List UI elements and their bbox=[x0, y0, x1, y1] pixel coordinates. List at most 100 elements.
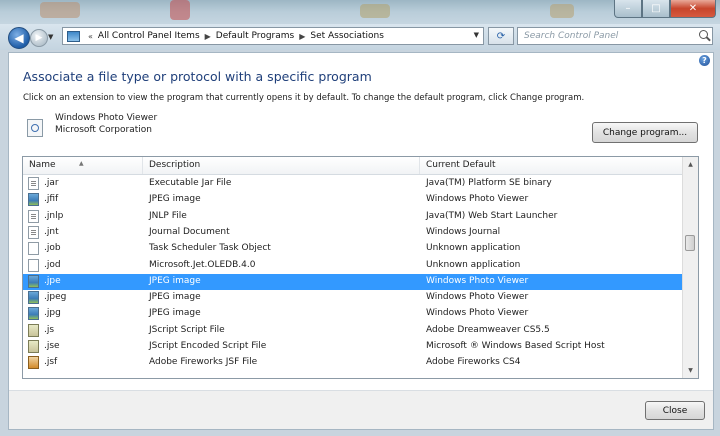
list-item[interactable]: .jod Microsoft.Jet.OLEDB.4.0 Unknown appli… bbox=[23, 258, 684, 274]
scroll-down-icon[interactable]: ▼ bbox=[683, 363, 698, 378]
row-description: JNLP File bbox=[149, 210, 187, 221]
sort-ascending-icon: ▲ bbox=[79, 160, 84, 167]
page-description: Click on an extension to view the progra… bbox=[23, 93, 585, 103]
row-description: JPEG image bbox=[149, 292, 201, 303]
row-description: Task Scheduler Task Object bbox=[149, 243, 271, 254]
scroll-up-icon[interactable]: ▲ bbox=[683, 157, 698, 172]
row-name: .jsf bbox=[44, 357, 58, 368]
row-name: .jnt bbox=[44, 226, 59, 237]
list-item[interactable]: .jpeg JPEG image Windows Photo Viewer bbox=[23, 290, 684, 306]
vertical-scrollbar[interactable]: ▲ ▼ bbox=[682, 157, 698, 378]
image-file-icon bbox=[28, 193, 39, 207]
breadcrumb-all-control-panel-items[interactable]: All Control Panel Items bbox=[98, 31, 200, 41]
main-content: ? Associate a file type or protocol with… bbox=[8, 52, 714, 430]
column-header-current-default-label: Current Default bbox=[426, 160, 496, 170]
list-item[interactable]: .jpe JPEG image Windows Photo Viewer bbox=[23, 273, 684, 290]
breadcrumb-chevron-icon[interactable]: « bbox=[88, 32, 93, 41]
row-current-default: Adobe Fireworks CS4 bbox=[426, 357, 521, 368]
list-item[interactable]: .jfif JPEG image Windows Photo Viewer bbox=[23, 192, 684, 208]
jar-file-icon bbox=[28, 177, 39, 190]
image-file-icon bbox=[28, 274, 39, 288]
generic-file-icon bbox=[28, 242, 39, 256]
journal-file-icon bbox=[28, 225, 39, 239]
scrollbar-thumb[interactable] bbox=[685, 235, 695, 251]
list-item[interactable]: .js JScript Script File Adobe Dreamweaver … bbox=[23, 323, 684, 339]
forward-button[interactable]: ▶ bbox=[30, 29, 48, 47]
row-description: Executable Jar File bbox=[149, 178, 232, 188]
row-current-default: Microsoft ® Windows Based Script Host bbox=[426, 341, 605, 351]
row-description: JPEG image bbox=[149, 308, 201, 319]
title-bar: – □ ✕ bbox=[0, 0, 720, 26]
minimize-button[interactable]: – bbox=[614, 0, 642, 18]
image-file-icon bbox=[28, 291, 39, 305]
column-header-description-label: Description bbox=[149, 160, 201, 170]
row-name: .jpe bbox=[44, 275, 61, 286]
breadcrumb-default-programs[interactable]: Default Programs bbox=[216, 31, 294, 41]
background-blur bbox=[40, 2, 80, 18]
breadcrumb-chevron-icon[interactable]: ▶ bbox=[205, 32, 211, 41]
row-name: .jfif bbox=[44, 194, 59, 205]
address-bar[interactable]: « All Control Panel Items ▶ Default Prog… bbox=[62, 27, 484, 45]
background-blur bbox=[550, 4, 574, 18]
list-item[interactable]: .jsf Adobe Fireworks JSF File Adobe Firewo… bbox=[23, 355, 684, 371]
row-current-default: Windows Photo Viewer bbox=[426, 292, 529, 303]
file-type-list[interactable]: Name ▲ Description Current Default .jar E… bbox=[22, 156, 699, 379]
search-icon[interactable] bbox=[699, 30, 708, 39]
row-name: .js bbox=[44, 324, 55, 335]
row-name: .jnlp bbox=[44, 210, 64, 221]
list-item[interactable]: .jpg JPEG image Windows Photo Viewer bbox=[23, 306, 684, 322]
row-description: Microsoft.Jet.OLEDB.4.0 bbox=[149, 259, 256, 270]
navigation-bar: ◀ ▶ ▼ « All Control Panel Items ▶ Defaul… bbox=[0, 24, 720, 50]
back-button[interactable]: ◀ bbox=[8, 27, 30, 49]
page-title: Associate a file type or protocol with a… bbox=[23, 69, 372, 84]
control-panel-icon bbox=[67, 30, 80, 42]
current-program-name: Windows Photo Viewer bbox=[55, 113, 158, 123]
row-name: .jse bbox=[44, 341, 60, 351]
row-name: .jod bbox=[44, 259, 61, 270]
column-header-current-default[interactable]: Current Default bbox=[420, 157, 684, 174]
column-header-description[interactable]: Description bbox=[143, 157, 420, 174]
background-blur bbox=[170, 0, 190, 20]
list-item[interactable]: .jnlp JNLP File Java(TM) Web Start Launche… bbox=[23, 209, 684, 225]
row-current-default: Adobe Dreamweaver CS5.5 bbox=[426, 324, 550, 335]
row-description: Adobe Fireworks JSF File bbox=[149, 357, 258, 368]
column-header-name[interactable]: Name ▲ bbox=[23, 157, 143, 174]
photo-viewer-icon bbox=[27, 119, 43, 137]
row-description: JPEG image bbox=[149, 275, 201, 286]
fireworks-file-icon bbox=[28, 356, 39, 370]
recent-pages-dropdown[interactable]: ▼ bbox=[48, 33, 53, 41]
row-current-default: Windows Photo Viewer bbox=[426, 194, 529, 205]
script-file-icon bbox=[28, 323, 39, 337]
background-blur bbox=[360, 4, 390, 18]
refresh-button[interactable]: ⟳ bbox=[488, 27, 514, 45]
forward-arrow-icon: ▶ bbox=[35, 33, 43, 43]
close-button[interactable]: Close bbox=[645, 401, 705, 420]
list-item[interactable]: .job Task Scheduler Task Object Unknown ap… bbox=[23, 241, 684, 257]
row-name: .jar bbox=[44, 178, 59, 188]
help-icon[interactable]: ? bbox=[699, 55, 710, 66]
row-description: JPEG image bbox=[149, 194, 201, 205]
list-item[interactable]: .jse JScript Encoded Script File Microsoft… bbox=[23, 339, 684, 355]
minimize-icon: – bbox=[625, 3, 631, 14]
row-name: .jpeg bbox=[44, 292, 67, 303]
row-current-default: Java(TM) Web Start Launcher bbox=[426, 210, 558, 221]
jnlp-file-icon bbox=[28, 209, 39, 223]
row-current-default: Unknown application bbox=[426, 243, 521, 254]
breadcrumb-set-associations[interactable]: Set Associations bbox=[310, 31, 384, 41]
back-arrow-icon: ◀ bbox=[14, 31, 24, 45]
list-item[interactable]: .jar Executable Jar File Java(TM) Platform… bbox=[23, 176, 684, 192]
window-controls: – □ ✕ bbox=[614, 0, 716, 18]
list-header: Name ▲ Description Current Default bbox=[23, 157, 684, 175]
close-icon: ✕ bbox=[688, 3, 698, 14]
row-name: .job bbox=[44, 243, 61, 254]
address-dropdown-icon[interactable]: ▼ bbox=[474, 31, 479, 39]
maximize-button[interactable]: □ bbox=[642, 0, 670, 18]
close-window-button[interactable]: ✕ bbox=[670, 0, 716, 18]
search-input[interactable]: Search Control Panel bbox=[517, 27, 713, 45]
row-description: JScript Script File bbox=[149, 324, 225, 335]
breadcrumb-chevron-icon[interactable]: ▶ bbox=[299, 32, 305, 41]
footer: Close bbox=[9, 391, 713, 429]
change-program-button[interactable]: Change program... bbox=[592, 122, 698, 143]
maximize-icon: □ bbox=[651, 3, 661, 14]
list-item[interactable]: .jnt Journal Document Windows Journal bbox=[23, 225, 684, 241]
